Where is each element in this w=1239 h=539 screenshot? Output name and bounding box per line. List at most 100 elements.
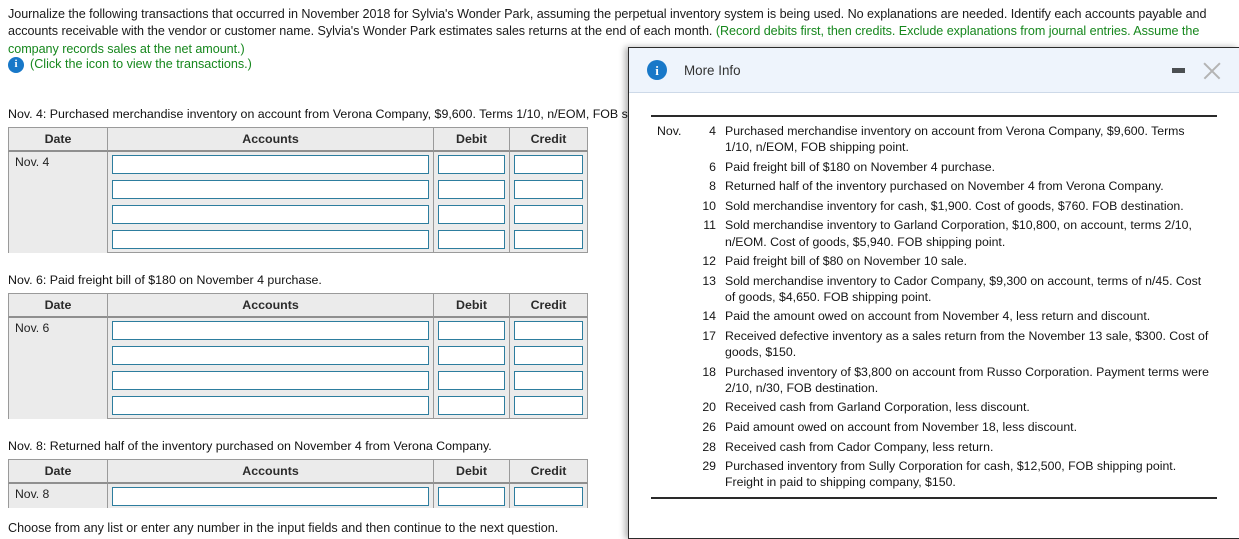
month-label: Nov.	[657, 124, 682, 138]
accounts-input[interactable]	[112, 371, 429, 390]
journal-caption: Nov. 6: Paid freight bill of $180 on Nov…	[8, 273, 322, 287]
month-spacer	[651, 362, 695, 398]
credit-input[interactable]	[514, 346, 583, 365]
info-icon[interactable]: i	[8, 56, 24, 73]
credit-input[interactable]	[514, 205, 583, 224]
dialog-info-icon: i	[647, 60, 667, 80]
debit-input[interactable]	[438, 396, 505, 415]
accounts-input[interactable]	[112, 396, 429, 415]
list-item: Nov. 4 Purchased merchandise inventory o…	[651, 121, 1217, 157]
accounts-input[interactable]	[112, 205, 429, 224]
transactions-panel: Nov. 4 Purchased merchandise inventory o…	[651, 115, 1217, 499]
debit-cell	[434, 202, 510, 227]
journal-date-cell: Nov. 8	[8, 484, 108, 508]
debit-input[interactable]	[438, 205, 505, 224]
accounts-cell	[108, 484, 434, 508]
list-item: 28 Received cash from Cador Company, les…	[651, 437, 1217, 457]
view-transactions-label[interactable]: (Click the icon to view the transactions…	[30, 56, 252, 73]
debit-input[interactable]	[438, 487, 505, 506]
debit-input[interactable]	[438, 346, 505, 365]
table-row: Nov. 4	[8, 152, 588, 253]
transaction-text: Paid amount owed on account from Novembe…	[725, 420, 1078, 434]
credit-input[interactable]	[514, 230, 583, 249]
transactions-table: Nov. 4 Purchased merchandise inventory o…	[651, 121, 1217, 492]
credit-cell	[510, 202, 588, 227]
journal-header-row: Date Accounts Debit Credit	[8, 293, 588, 318]
list-item: 11 Sold merchandise inventory to Garland…	[651, 215, 1217, 251]
accounts-cell	[108, 318, 434, 343]
credit-input[interactable]	[514, 371, 583, 390]
accounts-input[interactable]	[112, 487, 429, 506]
accounts-input[interactable]	[112, 321, 429, 340]
accounts-cell	[108, 227, 434, 253]
dialog-body: Nov. 4 Purchased merchandise inventory o…	[629, 93, 1239, 538]
column-header-credit: Credit	[510, 127, 588, 152]
debit-cell	[434, 368, 510, 393]
transaction-text: Purchased inventory of $3,800 on account…	[725, 364, 1209, 395]
transaction-text: Sold merchandise inventory for cash, $1,…	[725, 198, 1184, 213]
journal-caption: Nov. 4: Purchased merchandise inventory …	[8, 107, 702, 121]
list-item: 18 Purchased inventory of $3,800 on acco…	[651, 362, 1217, 398]
credit-input[interactable]	[514, 396, 583, 415]
table-row: Nov. 6	[8, 318, 588, 419]
journal-header-row: Date Accounts Debit Credit	[8, 459, 588, 484]
transaction-day: 14	[702, 309, 716, 324]
journal-block-nov8: Nov. 8: Returned half of the inventory p…	[8, 438, 588, 508]
month-spacer	[651, 437, 695, 457]
transaction-text: Received cash from Cador Company, less r…	[725, 439, 994, 454]
debit-cell	[434, 484, 510, 508]
month-spacer	[651, 306, 695, 326]
transaction-day: 12	[702, 254, 716, 269]
month-spacer	[651, 456, 695, 492]
debit-cell	[434, 343, 510, 368]
debit-input[interactable]	[438, 180, 505, 199]
credit-input[interactable]	[514, 155, 583, 174]
transaction-day: 10	[702, 198, 716, 213]
month-spacer	[651, 176, 695, 196]
credit-cell	[510, 343, 588, 368]
journal-caption: Nov. 8: Returned half of the inventory p…	[8, 439, 492, 453]
accounts-input[interactable]	[112, 180, 429, 199]
column-header-credit: Credit	[510, 293, 588, 318]
accounts-input[interactable]	[112, 155, 429, 174]
column-header-date: Date	[8, 459, 108, 484]
transaction-day: 26	[702, 420, 716, 434]
credit-input[interactable]	[514, 487, 583, 506]
transaction-day: 28	[702, 439, 716, 454]
window-controls	[1172, 48, 1223, 93]
list-item: 17 Received defective inventory as a sal…	[651, 326, 1217, 362]
accounts-input[interactable]	[112, 346, 429, 365]
transaction-day: 4	[709, 124, 716, 138]
list-item: 12 Paid freight bill of $80 on November …	[651, 251, 1217, 271]
accounts-input[interactable]	[112, 230, 429, 249]
column-header-debit: Debit	[434, 127, 510, 152]
dialog-titlebar[interactable]: i More Info	[629, 48, 1239, 93]
journal-date-cell: Nov. 6	[8, 318, 108, 419]
list-item: 26 Paid amount owed on account from Nove…	[651, 417, 1217, 437]
credit-cell	[510, 227, 588, 253]
debit-input[interactable]	[438, 155, 505, 174]
minimize-icon[interactable]	[1172, 68, 1185, 73]
close-icon[interactable]	[1201, 60, 1223, 82]
journal-block-nov6: Nov. 6: Paid freight bill of $180 on Nov…	[8, 272, 588, 419]
more-info-dialog: i More Info Nov. 4 Purchased merchandise…	[628, 47, 1239, 539]
list-item: 8 Returned half of the inventory purchas…	[651, 176, 1217, 196]
debit-input[interactable]	[438, 321, 505, 340]
column-header-debit: Debit	[434, 293, 510, 318]
journal-table: Date Accounts Debit Credit Nov. 6	[8, 293, 588, 419]
list-item: 29 Purchased inventory from Sully Corpor…	[651, 456, 1217, 492]
credit-cell	[510, 177, 588, 202]
month-spacer	[651, 251, 695, 271]
debit-input[interactable]	[438, 371, 505, 390]
credit-input[interactable]	[514, 321, 583, 340]
debit-cell	[434, 152, 510, 177]
transaction-day: 11	[703, 218, 716, 233]
month-spacer	[651, 157, 695, 177]
list-item: 14 Paid the amount owed on account from …	[651, 306, 1217, 326]
view-transactions-link[interactable]: i (Click the icon to view the transactio…	[8, 56, 252, 73]
credit-input[interactable]	[514, 180, 583, 199]
transaction-text: Sold merchandise inventory to Cador Comp…	[725, 273, 1202, 304]
transaction-day: 29	[702, 459, 716, 474]
debit-input[interactable]	[438, 230, 505, 249]
accounts-cell	[108, 393, 434, 419]
